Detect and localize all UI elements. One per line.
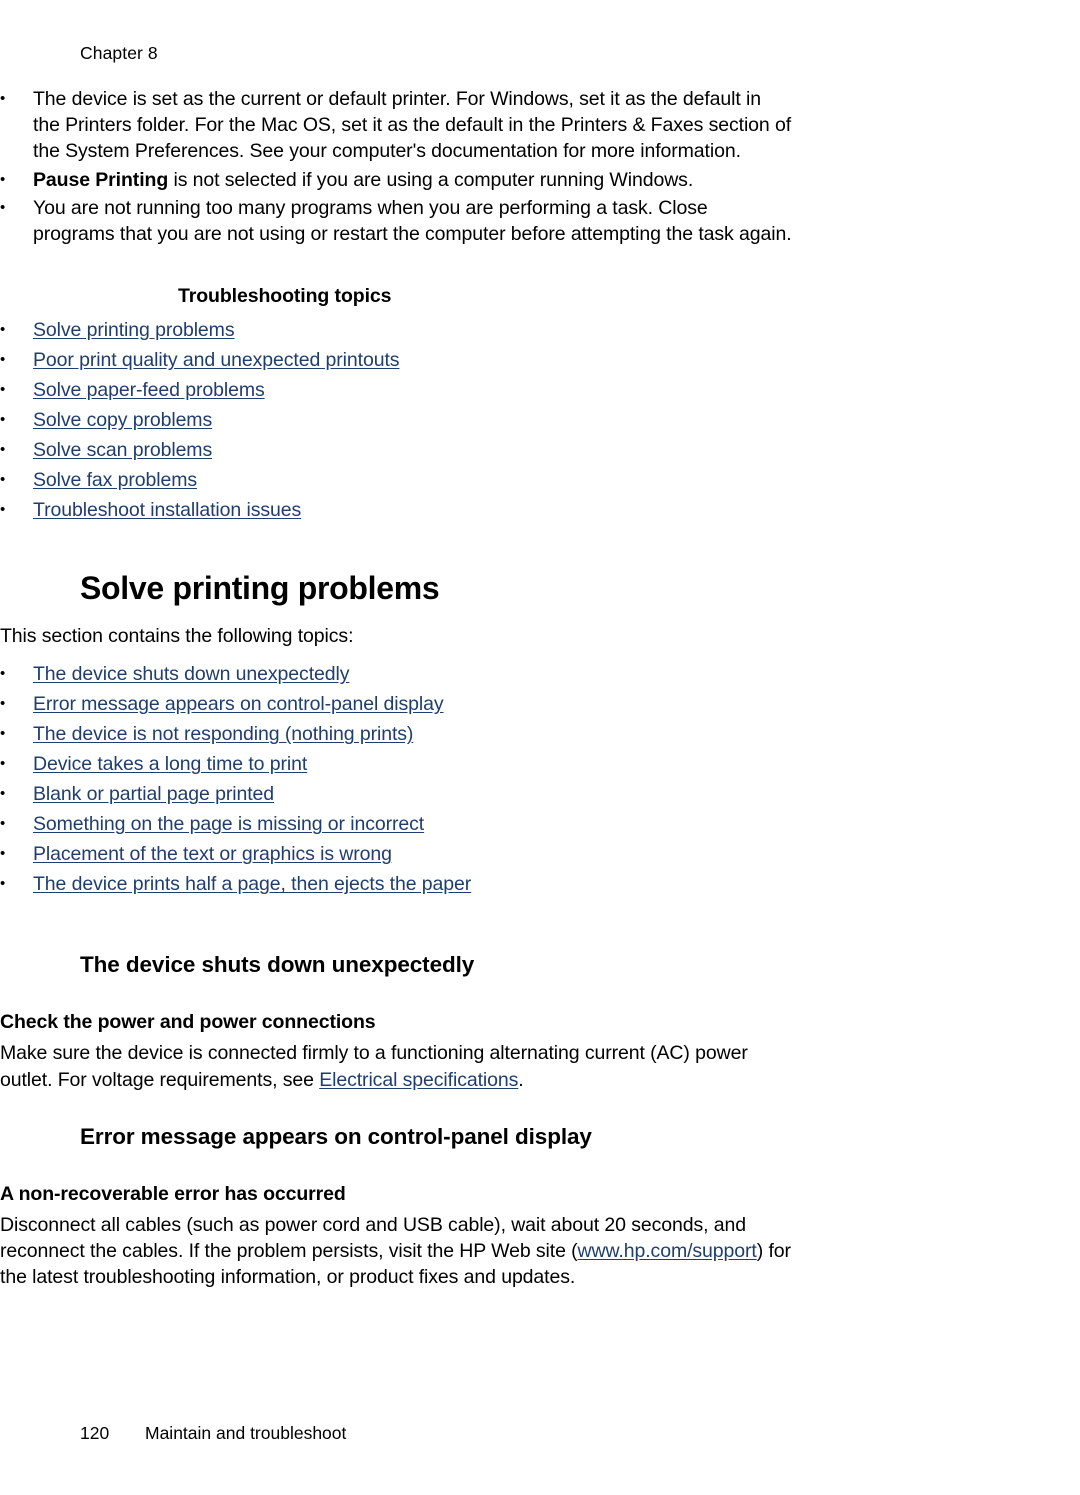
footer-section-name: Maintain and troubleshoot (145, 1423, 347, 1443)
list-item: Pause Printing is not selected if you ar… (0, 167, 792, 193)
list-item: Placement of the text or graphics is wro… (0, 839, 792, 869)
link-poor-print-quality[interactable]: Poor print quality and unexpected printo… (33, 349, 400, 371)
list-item: Error message appears on control-panel d… (0, 689, 792, 719)
paragraph-power-connections: Make sure the device is connected firmly… (0, 1040, 792, 1092)
link-something-missing-or-incorrect[interactable]: Something on the page is missing or inco… (33, 813, 424, 835)
link-blank-or-partial-page[interactable]: Blank or partial page printed (33, 783, 274, 805)
link-placement-text-graphics-wrong[interactable]: Placement of the text or graphics is wro… (33, 843, 392, 865)
bullet-text: You are not running too many programs wh… (33, 196, 792, 246)
section-heading-solve-printing-problems: Solve printing problems (80, 570, 440, 607)
subheading-check-power-connections: Check the power and power connections (0, 1011, 376, 1034)
list-item: The device shuts down unexpectedly (0, 659, 792, 689)
troubleshooting-topics-list: Solve printing problems Poor print quali… (0, 315, 792, 525)
list-item: Poor print quality and unexpected printo… (0, 345, 792, 375)
link-solve-printing-problems[interactable]: Solve printing problems (33, 319, 235, 341)
footer-page-number: 120 (80, 1423, 110, 1443)
list-item: The device is set as the current or defa… (0, 86, 792, 165)
bullet-bold-lead: Pause Printing (33, 168, 169, 191)
list-item: Something on the page is missing or inco… (0, 809, 792, 839)
link-device-not-responding[interactable]: The device is not responding (nothing pr… (33, 723, 413, 745)
list-item: Troubleshoot installation issues (0, 495, 792, 525)
chapter-header: Chapter 8 (80, 43, 158, 63)
link-error-message-control-panel[interactable]: Error message appears on control-panel d… (33, 693, 444, 715)
document-page: Chapter 8 The device is set as the curre… (0, 0, 1080, 1495)
link-prints-half-page-ejects[interactable]: The device prints half a page, then ejec… (33, 873, 471, 895)
list-item: Solve printing problems (0, 315, 792, 345)
list-item: You are not running too many programs wh… (0, 195, 792, 247)
troubleshooting-topics-title: Troubleshooting topics (178, 285, 392, 308)
paragraph-non-recoverable-error: Disconnect all cables (such as power cor… (0, 1212, 792, 1291)
link-device-long-time-to-print[interactable]: Device takes a long time to print (33, 753, 307, 775)
page-content: The device is set as the current or defa… (0, 86, 1080, 1290)
list-item: Solve scan problems (0, 435, 792, 465)
paragraph-text-part2: . (518, 1068, 524, 1091)
list-item: Blank or partial page printed (0, 779, 792, 809)
link-electrical-specifications[interactable]: Electrical specifications (319, 1069, 518, 1091)
bullet-text: The device is set as the current or defa… (33, 88, 792, 163)
link-hp-support-url[interactable]: www.hp.com/support (578, 1240, 757, 1262)
printing-topics-list: The device shuts down unexpectedly Error… (0, 659, 792, 899)
list-item: Solve paper-feed problems (0, 375, 792, 405)
link-troubleshoot-installation-issues[interactable]: Troubleshoot installation issues (33, 499, 301, 521)
list-item: The device prints half a page, then ejec… (0, 869, 792, 899)
link-solve-fax-problems[interactable]: Solve fax problems (33, 469, 197, 491)
subsection-heading-device-shuts-down: The device shuts down unexpectedly (80, 952, 475, 978)
section-intro-text: This section contains the following topi… (0, 625, 354, 648)
list-item: Solve copy problems (0, 405, 792, 435)
link-solve-copy-problems[interactable]: Solve copy problems (33, 409, 212, 431)
page-footer: 120 Maintain and troubleshoot (80, 1422, 1000, 1444)
intro-bullet-list: The device is set as the current or defa… (0, 86, 792, 247)
bullet-text: is not selected if you are using a compu… (168, 168, 694, 191)
subheading-non-recoverable-error: A non-recoverable error has occurred (0, 1182, 346, 1205)
link-device-shuts-down[interactable]: The device shuts down unexpectedly (33, 663, 349, 685)
subsection-heading-error-message: Error message appears on control-panel d… (80, 1123, 592, 1149)
list-item: The device is not responding (nothing pr… (0, 719, 792, 749)
list-item: Device takes a long time to print (0, 749, 792, 779)
list-item: Solve fax problems (0, 465, 792, 495)
link-solve-paper-feed-problems[interactable]: Solve paper-feed problems (33, 379, 265, 401)
link-solve-scan-problems[interactable]: Solve scan problems (33, 439, 212, 461)
